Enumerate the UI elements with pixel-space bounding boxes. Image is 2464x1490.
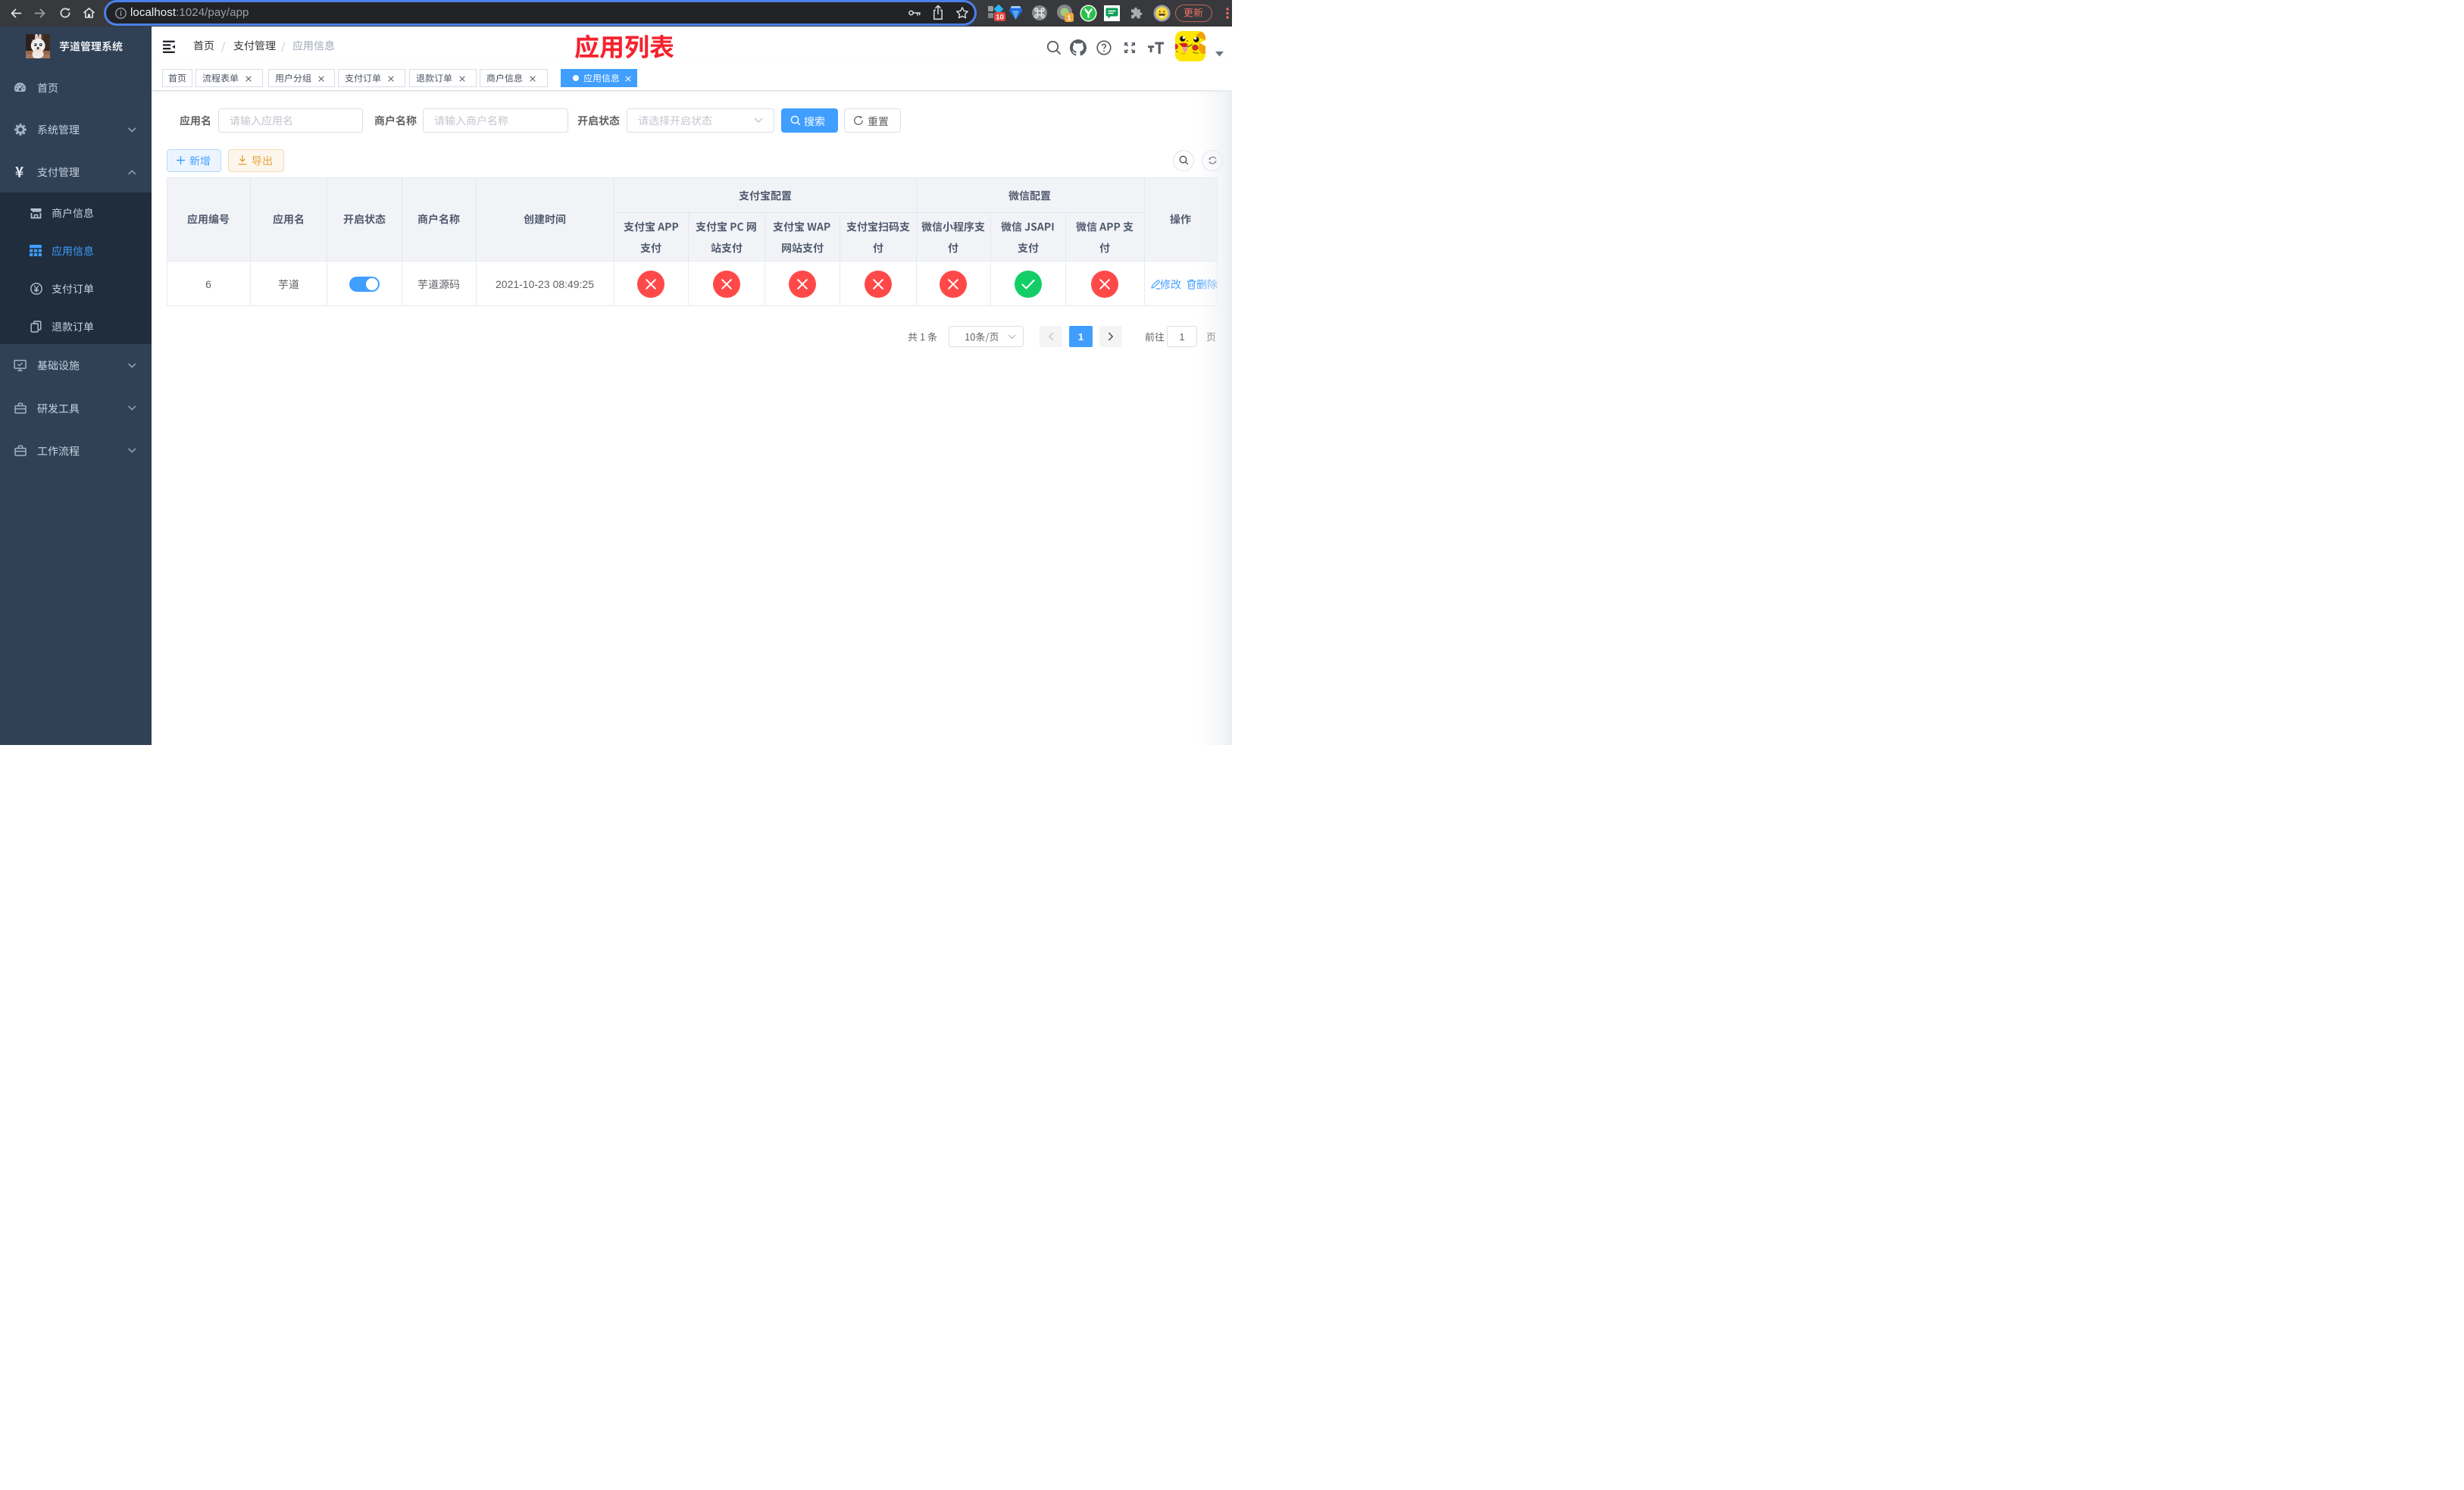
svg-text:1: 1 [1067,14,1071,23]
svg-text:10: 10 [996,14,1004,22]
